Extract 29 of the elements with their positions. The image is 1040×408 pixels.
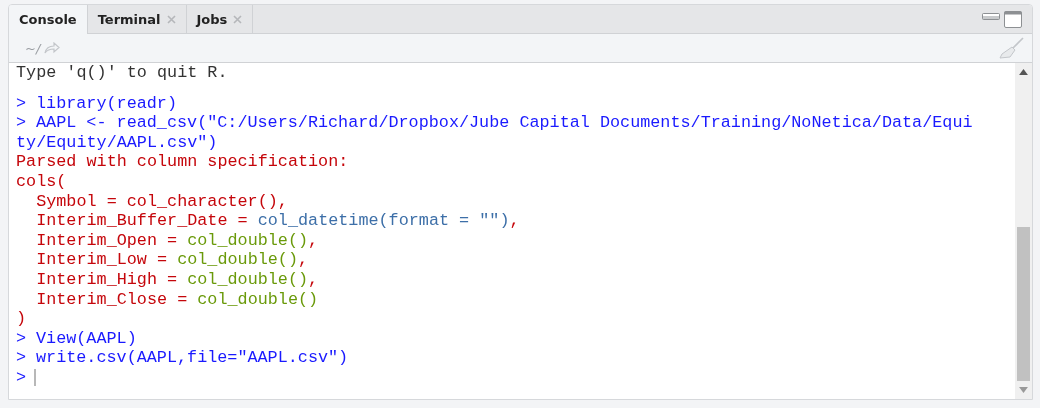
close-icon[interactable]: [233, 14, 243, 24]
console-line: Interim_Open = col_double(),: [35, 230, 319, 251]
console-line: > AAPL <- read_csv("C:/Users/Richard/Dropbox/Jube Capital Documents/Training/NoNetica/Data/Equi: [16, 113, 973, 133]
scrollbar-thumb[interactable]: [1017, 226, 1030, 382]
console-line: ty/Equity/AAPL.csv"): [16, 132, 218, 153]
scroll-up-icon[interactable]: [1019, 69, 1028, 75]
console-line: cols(: [16, 171, 67, 192]
arrow-icon[interactable]: [44, 42, 61, 54]
scroll-down-icon[interactable]: [1019, 387, 1028, 393]
console-line: Interim_High = col_double(),: [35, 269, 319, 290]
console-line: Interim_Close = col_double(): [35, 289, 319, 310]
console-line: Interim_Low = col_double(),: [35, 250, 309, 270]
console-line: ): [16, 309, 27, 329]
text-cursor[interactable]: [34, 369, 37, 387]
console-line: Symbol = col_character(),: [35, 191, 288, 212]
console-prompt: >: [16, 367, 27, 388]
minimize-icon[interactable]: [982, 10, 1000, 20]
working-directory: ~/: [25, 40, 41, 56]
console-line: > library(readr): [16, 93, 177, 114]
close-icon[interactable]: [166, 14, 176, 24]
console-line: > write.csv(AAPL,file="AAPL.csv"): [16, 348, 349, 368]
console-line: > View(AAPL): [16, 328, 137, 349]
tab[interactable]: Console: [9, 5, 88, 34]
scrollbar[interactable]: [1015, 63, 1032, 399]
broom-icon[interactable]: [998, 37, 1024, 59]
console-line: Type 'q()' to quit R.: [16, 63, 228, 83]
console-line: Parsed with column specification:: [16, 152, 349, 172]
maximize-icon[interactable]: [1004, 10, 1022, 28]
console-line: Interim_Buffer_Date = col_datetime(format = ""),: [35, 211, 520, 231]
